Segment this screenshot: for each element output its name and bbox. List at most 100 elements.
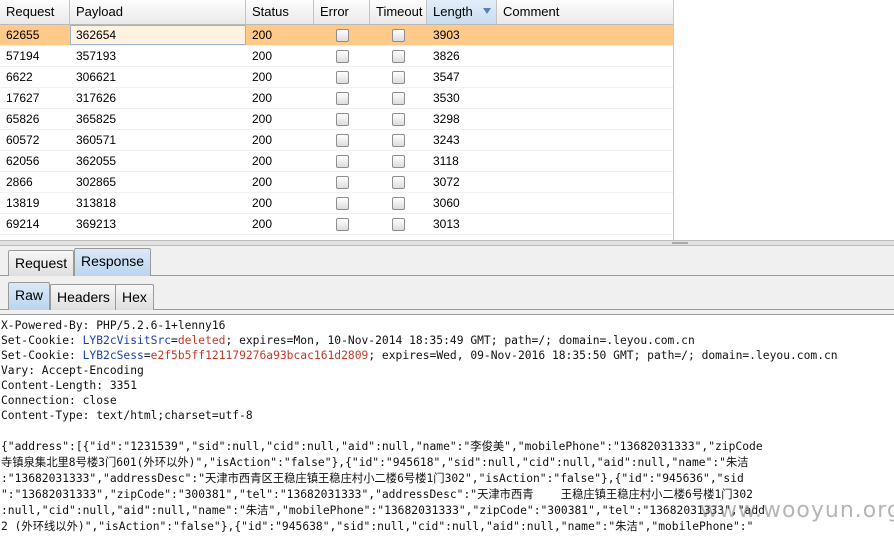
table-row[interactable]: 57194 357193 200 3826 — [0, 46, 673, 67]
cell-length: 3060 — [433, 196, 460, 210]
error-checkbox[interactable] — [335, 91, 349, 105]
cell-status: 200 — [252, 70, 273, 84]
cell-request: 2866 — [6, 175, 33, 189]
cell-length: 3530 — [433, 91, 460, 105]
cell-request: 13819 — [6, 196, 40, 210]
error-checkbox[interactable] — [335, 49, 349, 63]
cell-comment — [497, 172, 673, 192]
error-checkbox[interactable] — [335, 70, 349, 84]
timeout-checkbox[interactable] — [392, 91, 405, 105]
header-line-set-cookie-1: Set-Cookie: LYB2cVisitSrc=deleted; expir… — [1, 333, 695, 348]
column-header-payload[interactable]: Payload — [70, 0, 246, 24]
timeout-checkbox[interactable] — [392, 28, 405, 42]
column-header-error[interactable]: Error — [314, 0, 370, 24]
cell-status: 200 — [252, 91, 273, 105]
cell-status: 200 — [252, 154, 273, 168]
cell-timeout — [370, 151, 427, 171]
cell-payload: 302865 — [76, 175, 117, 189]
header-line-powered-by: X-Powered-By: PHP/5.2.6-1+lenny16 — [1, 319, 226, 332]
cell-status: 200 — [252, 217, 273, 231]
timeout-checkbox[interactable] — [392, 175, 405, 189]
cookie2-rest: ; expires=Wed, 09-Nov-2016 18:35:50 GMT;… — [368, 349, 838, 362]
cookie1-eq: = — [171, 334, 178, 347]
error-checkbox[interactable] — [335, 112, 349, 126]
cell-payload: 365825 — [76, 112, 117, 126]
table-row[interactable]: 69214 369213 200 3013 — [0, 214, 673, 235]
timeout-checkbox[interactable] — [392, 112, 405, 126]
column-header-length[interactable]: Length — [427, 0, 497, 24]
header-line-vary: Vary: Accept-Encoding — [1, 364, 144, 377]
timeout-checkbox[interactable] — [392, 217, 405, 231]
table-header: Request Payload Status Error Timeout Len… — [0, 0, 673, 25]
cell-timeout — [370, 172, 427, 192]
table-row[interactable]: 6622 306621 200 3547 — [0, 67, 673, 88]
error-checkbox[interactable] — [335, 133, 349, 147]
error-checkbox[interactable] — [335, 196, 349, 210]
tab-hex[interactable]: Hex — [115, 284, 154, 310]
column-header-timeout[interactable]: Timeout — [370, 0, 427, 24]
cell-comment — [497, 130, 673, 150]
column-header-request[interactable]: Request — [0, 0, 70, 24]
table-row[interactable]: 60572 360571 200 3243 — [0, 130, 673, 151]
cell-error — [314, 193, 370, 213]
cell-length: 3118 — [433, 154, 459, 168]
cell-status: 200 — [252, 28, 273, 42]
tab-response[interactable]: Response — [74, 248, 152, 276]
column-header-length-label: Length — [433, 4, 473, 19]
error-checkbox[interactable] — [335, 217, 349, 231]
cookie1-rest: ; expires=Mon, 10-Nov-2014 18:35:49 GMT;… — [225, 334, 695, 347]
body-line-3: :"13682031333","addressDesc":"天津市西青区王稳庄镇… — [1, 472, 744, 485]
cell-payload: 369213 — [76, 217, 117, 231]
cell-length: 3547 — [433, 70, 460, 84]
table-row[interactable]: 62056 362055 200 3118 — [0, 151, 673, 172]
cell-error — [314, 151, 370, 171]
error-checkbox[interactable] — [335, 154, 349, 168]
tab-raw[interactable]: Raw — [8, 282, 51, 310]
body-line-2: 寺镇泉集北里8号楼3门601(外环以外)","isAction":"false"… — [1, 456, 749, 469]
tab-request[interactable]: Request — [8, 250, 75, 276]
cell-length: 3013 — [433, 217, 460, 231]
error-checkbox[interactable] — [335, 175, 349, 189]
cell-comment — [497, 151, 673, 171]
cell-request: 62655 — [6, 28, 40, 42]
cell-payload: 362055 — [76, 154, 117, 168]
cell-timeout — [370, 67, 427, 87]
watermark: www.wooyun.org — [700, 498, 894, 523]
cell-length: 3298 — [433, 112, 460, 126]
tab-headers[interactable]: Headers — [50, 284, 117, 310]
table-row[interactable]: 62655 362654 200 3903 — [0, 25, 673, 46]
cell-comment — [497, 46, 673, 66]
cookie2-eq: = — [143, 349, 151, 362]
error-checkbox[interactable] — [335, 28, 349, 42]
cell-comment — [497, 193, 673, 213]
cell-timeout — [370, 214, 427, 234]
header-line-connection: Connection: close — [1, 394, 117, 407]
column-header-status[interactable]: Status — [246, 0, 314, 24]
cell-request: 57194 — [6, 49, 40, 63]
cell-status: 200 — [252, 175, 273, 189]
table-row[interactable]: 2866 302865 200 3072 — [0, 172, 673, 193]
timeout-checkbox[interactable] — [392, 196, 405, 210]
cell-request: 69214 — [6, 217, 40, 231]
cell-timeout — [370, 46, 427, 66]
cell-request: 6622 — [6, 70, 33, 84]
cell-error — [314, 67, 370, 87]
timeout-checkbox[interactable] — [392, 49, 405, 63]
cell-status: 200 — [252, 112, 273, 126]
cell-error — [314, 172, 370, 192]
splitter-grip-icon — [672, 242, 688, 244]
sort-descending-icon — [483, 8, 491, 14]
cell-timeout — [370, 130, 427, 150]
body-line-5: :null,"cid":null,"aid":null,"name":"朱洁",… — [1, 504, 765, 517]
timeout-checkbox[interactable] — [392, 154, 405, 168]
cell-request: 17627 — [6, 91, 40, 105]
view-mode-tabbar: Raw Headers Hex — [0, 280, 894, 310]
timeout-checkbox[interactable] — [392, 70, 405, 84]
table-row[interactable]: 13819 313818 200 3060 — [0, 193, 673, 214]
body-line-4: ":"13682031333","zipCode":"300381","tel"… — [1, 488, 753, 501]
table-row[interactable]: 17627 317626 200 3530 — [0, 88, 673, 109]
column-header-comment[interactable]: Comment — [497, 0, 673, 24]
timeout-checkbox[interactable] — [392, 133, 405, 147]
cell-payload: 317626 — [76, 91, 117, 105]
table-row[interactable]: 65826 365825 200 3298 — [0, 109, 673, 130]
